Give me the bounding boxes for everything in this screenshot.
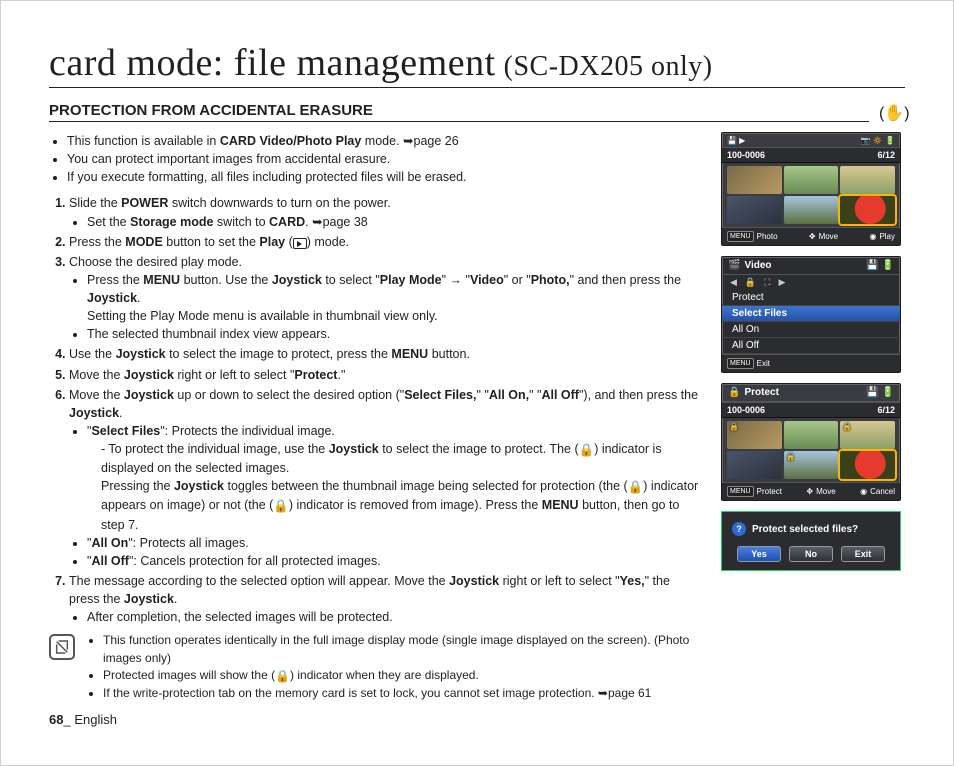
section-header: PROTECTION FROM ACCIDENTAL ERASURE (✋) <box>49 102 905 122</box>
page-footer: 68_ English <box>49 711 703 730</box>
lock-icon: 🔒 <box>842 422 852 431</box>
thumb <box>784 196 839 224</box>
step-4: Use the Joystick to select the image to … <box>69 345 703 363</box>
lcd1-move: Move <box>819 232 839 241</box>
question-icon: ? <box>732 522 746 536</box>
step-2: Press the MODE button to set the Play ()… <box>69 233 703 251</box>
thumb <box>840 166 895 194</box>
lock-icon: 🔒 <box>728 387 740 398</box>
lcd2-exit: Exit <box>757 359 770 368</box>
menu-item-all-on: All On <box>722 322 900 338</box>
menu-item-select-files: Select Files <box>722 306 900 322</box>
note-item: If the write-protection tab on the memor… <box>103 685 703 702</box>
step-6b: "All On": Protects all images. <box>87 534 703 552</box>
video-icon: 🎬 <box>728 260 740 271</box>
note-icon <box>49 634 75 660</box>
intro-item: If you execute formatting, all files inc… <box>67 168 703 186</box>
step-5: Move the Joystick right or left to selec… <box>69 366 703 384</box>
page-title: card mode: file management (SC-DX205 onl… <box>49 41 905 88</box>
step-1: Slide the POWER switch downwards to turn… <box>69 194 703 230</box>
hand-icon: (✋) <box>879 103 905 121</box>
step-3a: Press the MENU button. Use the Joystick … <box>87 271 703 325</box>
lock-icon: 🔒 <box>786 452 796 461</box>
step-7a: After completion, the selected images wi… <box>87 608 703 626</box>
lcd3-cancel: Cancel <box>870 487 895 496</box>
dialog-no-button[interactable]: No <box>789 546 833 562</box>
title-main: card mode: file management <box>49 41 496 85</box>
note-item: This function operates identically in th… <box>103 632 703 667</box>
dialog-question: Protect selected files? <box>752 524 858 535</box>
thumb-selected <box>840 451 895 479</box>
dialog-exit-button[interactable]: Exit <box>841 546 885 562</box>
menu-item-all-off: All Off <box>722 338 900 354</box>
intro-item: You can protect important images from ac… <box>67 150 703 168</box>
content-left: This function is available in CARD Video… <box>49 132 703 730</box>
thumb: 🔒 <box>840 421 895 449</box>
lcd-protect-view: 🔒Protect💾 🔋 100-00066/12 🔒 🔒 🔒 MENUProte… <box>721 383 901 501</box>
thumb <box>727 451 782 479</box>
dialog-yes-button[interactable]: Yes <box>737 546 781 562</box>
step-1a: Set the Storage mode switch to CARD. ➥pa… <box>87 213 703 231</box>
thumb-selected <box>840 196 895 224</box>
confirm-dialog: ? Protect selected files? Yes No Exit <box>721 511 901 571</box>
lcd3-index: 100-0006 <box>727 405 765 415</box>
lcd3-count: 6/12 <box>877 405 895 415</box>
lcd1-photo: Photo <box>757 232 778 241</box>
lock-icon: 🔒 <box>275 668 290 685</box>
step-3: Choose the desired play mode. Press the … <box>69 253 703 344</box>
thumb: 🔒 <box>784 451 839 479</box>
lcd3-protect: Protect <box>757 487 782 496</box>
note-item: Protected images will show the (🔒) indic… <box>103 667 703 685</box>
title-sub: (SC-DX205 only) <box>504 51 713 83</box>
lcd3-title: Protect <box>744 387 778 398</box>
lcd1-play: Play <box>879 232 895 241</box>
content-right: 💾 ▶📷 🔅 🔋 100-00066/12 MENUPhoto ✥ Move ◉… <box>721 132 905 730</box>
lock-icon: 🔒 <box>745 277 756 288</box>
lock-icon: 🔒 <box>729 422 739 431</box>
footer-lang: English <box>74 712 117 727</box>
lcd3-move: Move <box>816 487 836 496</box>
lock-icon: 🔒 <box>579 441 595 459</box>
play-icon <box>293 238 307 249</box>
page-number: 68 <box>49 712 63 727</box>
step-3b: The selected thumbnail index view appear… <box>87 325 703 343</box>
lock-icon: 🔒 <box>273 497 289 515</box>
intro-list: This function is available in CARD Video… <box>49 132 703 186</box>
note-box: This function operates identically in th… <box>49 632 703 703</box>
lcd2-title: Video <box>744 260 771 271</box>
lock-icon: 🔒 <box>628 478 644 496</box>
step-6a1: To protect the individual image, use the… <box>101 440 703 534</box>
thumb <box>727 166 782 194</box>
step-7: The message according to the selected op… <box>69 572 703 626</box>
step-6c: "All Off": Cancels protection for all pr… <box>87 552 703 570</box>
lcd-thumbnail-view: 💾 ▶📷 🔅 🔋 100-00066/12 MENUPhoto ✥ Move ◉… <box>721 132 901 246</box>
thumb <box>727 196 782 224</box>
thumb <box>784 166 839 194</box>
lcd1-index: 100-0006 <box>727 150 765 160</box>
lcd1-count: 6/12 <box>877 150 895 160</box>
intro-item: This function is available in CARD Video… <box>67 132 703 150</box>
thumb: 🔒 <box>727 421 782 449</box>
menu-item-protect: Protect <box>722 290 900 306</box>
step-6: Move the Joystick up or down to select t… <box>69 386 703 570</box>
thumb <box>784 421 839 449</box>
step-6a: "Select Files": Protects the individual … <box>87 422 703 534</box>
section-heading: PROTECTION FROM ACCIDENTAL ERASURE <box>49 102 869 122</box>
lcd-protect-menu: 🎬Video💾 🔋 ◀🔒⛶▶ Protect Select Files All … <box>721 256 901 373</box>
steps-list: Slide the POWER switch downwards to turn… <box>49 194 703 626</box>
